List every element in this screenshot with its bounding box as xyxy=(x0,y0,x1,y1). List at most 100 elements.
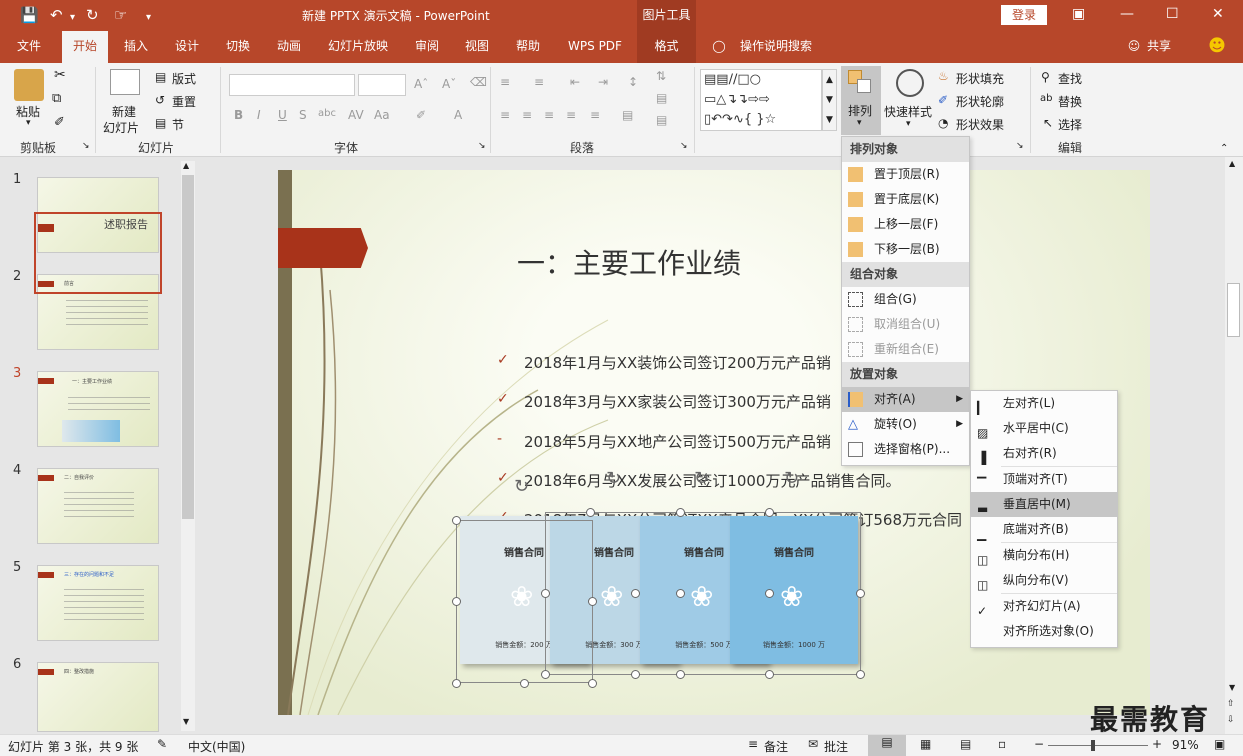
zoom-out-icon[interactable]: − xyxy=(1034,737,1044,751)
minimize-icon[interactable]: — xyxy=(1120,6,1134,22)
increase-indent-icon[interactable]: ⇥ xyxy=(598,75,608,89)
tab-help[interactable]: 帮助 xyxy=(506,31,550,63)
resize-handle[interactable] xyxy=(452,679,461,688)
send-to-back-item[interactable]: 置于底层(K) xyxy=(842,187,969,212)
align-to-slide-item[interactable]: ✓ 对齐幻灯片(A) xyxy=(971,594,1117,619)
tab-review[interactable]: 审阅 xyxy=(406,31,448,63)
drawing-launcher-icon[interactable]: ↘ xyxy=(1016,141,1024,151)
select-button[interactable]: 选择 xyxy=(1058,116,1082,133)
bullets-icon[interactable]: ≡ xyxy=(500,75,510,89)
align-middle-item[interactable]: ▬ 垂直居中(M) xyxy=(971,492,1117,517)
tab-animations[interactable]: 动画 xyxy=(268,31,310,63)
cut-icon[interactable]: ✂ xyxy=(54,67,66,83)
shape-outline-button[interactable]: 形状轮廓 xyxy=(956,93,1004,110)
slide-thumbnail-5[interactable]: 三：存在的问题和不足 xyxy=(37,565,159,641)
quick-style-icon[interactable] xyxy=(896,69,924,97)
line-spacing-icon[interactable]: ↕ xyxy=(628,75,638,89)
section-button[interactable]: 节 xyxy=(172,116,184,133)
redo-icon[interactable]: ↻ xyxy=(86,6,99,24)
bold-icon[interactable]: B xyxy=(234,108,243,122)
slide-thumbnail-6[interactable]: 四：整改措施 xyxy=(37,662,159,732)
smiley-icon[interactable]: ☻ xyxy=(1206,31,1228,63)
columns-icon[interactable]: ▤ xyxy=(622,108,633,122)
tab-file[interactable]: 文件 xyxy=(8,31,50,63)
normal-view-icon[interactable]: ▤ xyxy=(868,735,906,756)
resize-handle[interactable] xyxy=(631,589,640,598)
bullet-text-2[interactable]: 2018年3月与XX家装公司签订300万元产品销 xyxy=(524,391,831,412)
format-painter-icon[interactable]: ✐ xyxy=(54,115,65,130)
tab-format[interactable]: 格式 xyxy=(637,31,696,63)
tell-me-search[interactable]: 操作说明搜索 xyxy=(736,31,816,63)
align-left-icon[interactable]: ≡ xyxy=(500,108,510,122)
ribbon-display-icon[interactable]: ▣ xyxy=(1072,6,1085,22)
maximize-icon[interactable]: ☐ xyxy=(1166,6,1179,22)
underline-icon[interactable]: U xyxy=(278,108,287,122)
share-button[interactable]: 共享 xyxy=(1144,31,1174,63)
rotate-item[interactable]: △ 旋转(O) ▶ xyxy=(842,412,969,437)
zoom-slider[interactable] xyxy=(1048,745,1148,746)
slide-title[interactable]: 一：主要工作业绩 xyxy=(517,242,741,282)
highlight-icon[interactable]: ✐ xyxy=(416,108,426,122)
reading-view-icon[interactable]: ▤ xyxy=(960,737,971,751)
clear-format-icon[interactable]: ⌫ xyxy=(470,75,487,89)
tab-design[interactable]: 设计 xyxy=(166,31,208,63)
distribute-vertical-item[interactable]: ◫ 纵向分布(V) xyxy=(971,568,1117,593)
font-name-box[interactable] xyxy=(229,74,355,96)
arrange-button[interactable]: 排列 ▾ xyxy=(841,66,881,135)
paragraph-launcher-icon[interactable]: ↘ xyxy=(680,141,688,151)
touch-mode-icon[interactable]: ☞ xyxy=(114,6,127,24)
change-case-icon[interactable]: Aa xyxy=(374,108,390,122)
resize-handle[interactable] xyxy=(856,670,865,679)
send-backward-item[interactable]: 下移一层(B) xyxy=(842,237,969,262)
find-button[interactable]: 查找 xyxy=(1058,70,1082,87)
align-center-icon[interactable]: ≡ xyxy=(522,108,532,122)
distribute-horizontal-item[interactable]: ◫ 横向分布(H) xyxy=(971,543,1117,568)
shapes-gallery-scroll[interactable]: ▲ ▼ ▼ xyxy=(822,69,837,131)
zoom-slider-thumb[interactable] xyxy=(1091,740,1095,751)
resize-handle[interactable] xyxy=(588,597,597,606)
bring-to-front-item[interactable]: 置于顶层(R) xyxy=(842,162,969,187)
resize-handle[interactable] xyxy=(676,508,685,517)
new-slide-icon[interactable] xyxy=(110,69,140,95)
slide-thumbnail-4[interactable]: 二：自我评价 xyxy=(37,468,159,544)
rotate-handle-icon[interactable]: ↻ xyxy=(606,468,621,489)
tab-insert[interactable]: 插入 xyxy=(114,31,158,63)
bullet-text-3[interactable]: 2018年5月与XX地产公司签订500万元产品销 xyxy=(524,431,831,452)
resize-handle[interactable] xyxy=(856,589,865,598)
rotate-handle-icon[interactable]: ↻ xyxy=(784,468,799,489)
layout-button[interactable]: 版式 xyxy=(172,70,196,87)
align-right-icon[interactable]: ≡ xyxy=(544,108,554,122)
copy-icon[interactable]: ⧉ xyxy=(52,91,61,106)
new-slide-label-1[interactable]: 新建 xyxy=(112,103,136,120)
align-selected-objects-item[interactable]: 对齐所选对象(O) xyxy=(971,619,1117,644)
slideshow-icon[interactable]: ▫ xyxy=(998,737,1006,751)
grow-font-icon[interactable]: Aˆ xyxy=(414,77,428,91)
resize-handle[interactable] xyxy=(541,589,550,598)
group-item[interactable]: 组合(G) xyxy=(842,287,969,312)
customize-qat-icon[interactable]: ▾ xyxy=(146,9,151,27)
resize-handle[interactable] xyxy=(765,508,774,517)
tab-transitions[interactable]: 切换 xyxy=(216,31,260,63)
numbering-icon[interactable]: ≡ xyxy=(534,75,544,89)
align-top-item[interactable]: ▔ 顶端对齐(T) xyxy=(971,467,1117,492)
undo-dropdown-icon[interactable]: ▾ xyxy=(70,9,75,27)
align-text-icon[interactable]: ▤ xyxy=(656,91,667,105)
italic-icon[interactable]: I xyxy=(257,108,261,122)
spellcheck-icon[interactable]: ✎ xyxy=(157,737,167,751)
strike-icon[interactable]: abc xyxy=(318,108,336,119)
close-icon[interactable]: ✕ xyxy=(1212,6,1224,22)
paste-dropdown-icon[interactable]: ▾ xyxy=(26,118,31,128)
font-launcher-icon[interactable]: ↘ xyxy=(478,141,486,151)
shape-effect-button[interactable]: 形状效果 xyxy=(956,116,1004,133)
resize-handle[interactable] xyxy=(676,670,685,679)
selection-pane-item[interactable]: 选择窗格(P)... xyxy=(842,437,969,462)
align-bottom-item[interactable]: ▁ 底端对齐(B) xyxy=(971,517,1117,542)
replace-button[interactable]: 替换 xyxy=(1058,93,1082,110)
thumbnail-scrollbar[interactable]: ▲ ▼ xyxy=(181,161,195,731)
text-direction-icon[interactable]: ⇅ xyxy=(656,69,666,83)
rotate-handle-icon[interactable]: ↻ xyxy=(694,468,709,489)
notes-button[interactable]: 备注 xyxy=(764,738,788,755)
resize-handle[interactable] xyxy=(765,589,774,598)
undo-icon[interactable]: ↶ xyxy=(50,6,63,24)
decrease-indent-icon[interactable]: ⇤ xyxy=(570,75,580,89)
